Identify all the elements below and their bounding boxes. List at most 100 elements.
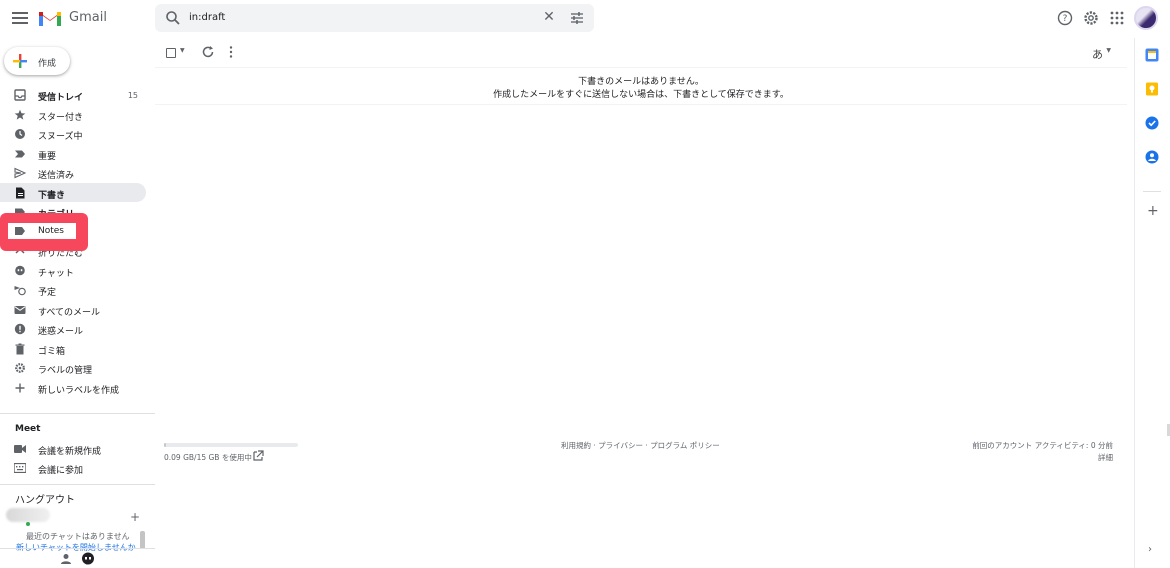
- unread-count: 15: [127, 91, 138, 100]
- storage-usage-text: 0.09 GB/15 GB を使用中: [164, 453, 252, 462]
- svg-text:?: ?: [1063, 14, 1068, 24]
- hangouts-heading: ハングアウト: [15, 495, 75, 506]
- sidebar-item-label: すべてのメール: [38, 307, 101, 318]
- main-menu-icon[interactable]: [12, 10, 28, 26]
- sidebar-item-starred[interactable]: スター付き: [0, 105, 146, 125]
- gmail-app: Gmail in:draft ✕ ? 作成 受信トレイ 15 スター付き スヌー…: [0, 0, 1170, 568]
- settings-gear-icon[interactable]: [1082, 9, 1100, 27]
- gear-icon: [14, 362, 26, 374]
- new-meeting-label: 会議を新規作成: [38, 447, 102, 457]
- search-options-icon[interactable]: [569, 10, 585, 26]
- sidebar-item-label: ゴミ箱: [38, 346, 66, 357]
- online-status-dot: [26, 522, 30, 526]
- new-chat-plus-icon[interactable]: +: [130, 510, 140, 524]
- meet-heading: Meet: [15, 424, 41, 434]
- app-name: Gmail: [69, 10, 107, 25]
- label-icon: [15, 227, 25, 235]
- sidebar-scrollbar[interactable]: [140, 531, 145, 549]
- sidebar-item-drafts[interactable]: 下書き: [0, 182, 146, 202]
- tasks-icon[interactable]: [1145, 116, 1159, 130]
- sidebar-item-sent[interactable]: 送信済み: [0, 163, 146, 183]
- compose-button[interactable]: 作成: [4, 47, 70, 75]
- sidebar-item-label: 下書き: [38, 190, 66, 201]
- sidebar-item-label: 迷惑メール: [38, 327, 84, 337]
- add-addon-plus-icon[interactable]: +: [1147, 203, 1159, 219]
- sidebar-item-label: 受信トレイ: [38, 93, 84, 103]
- draft-icon: [14, 187, 26, 199]
- sidebar-item-scheduled[interactable]: 予定: [0, 280, 146, 300]
- sidebar-item-label: 重要: [38, 151, 57, 162]
- search-bar[interactable]: in:draft ✕: [155, 4, 594, 32]
- side-panel-divider: [1143, 191, 1161, 192]
- inbox-icon: [14, 89, 26, 101]
- input-tools-dropdown-icon[interactable]: ▼: [1106, 47, 1111, 54]
- input-tools-button[interactable]: あ: [1092, 46, 1103, 62]
- sidebar-item-snoozed[interactable]: スヌーズ中: [0, 124, 146, 144]
- search-icon[interactable]: [165, 10, 181, 26]
- select-all-checkbox[interactable]: [166, 48, 176, 58]
- message-toolbar: ▼ あ ▼: [155, 38, 1127, 68]
- sidebar-item-chat[interactable]: チャット: [0, 261, 146, 281]
- gmail-logo-icon[interactable]: [38, 8, 62, 28]
- send-icon: [14, 167, 27, 179]
- sidebar-item-trash[interactable]: ゴミ箱: [0, 339, 146, 359]
- video-camera-icon: [14, 445, 26, 453]
- apps-grid-icon[interactable]: [1108, 9, 1126, 27]
- sidebar-item-notes-highlighted[interactable]: Notes: [8, 223, 76, 239]
- sidebar-item-new-label[interactable]: 新しいラベルを作成: [0, 378, 146, 398]
- hide-panel-chevron-icon[interactable]: ›: [1148, 544, 1152, 555]
- footer-policy-links[interactable]: 利用規約 · プライバシー · プログラム ポリシー: [561, 440, 720, 451]
- activity-details-link[interactable]: 詳細: [1098, 452, 1113, 463]
- mail-icon: [14, 304, 26, 316]
- sidebar-item-important[interactable]: 重要: [0, 144, 146, 164]
- join-meeting-item[interactable]: 会議に参加: [0, 459, 146, 477]
- clock-icon: [14, 128, 26, 140]
- contacts-icon[interactable]: [1145, 150, 1159, 164]
- storage-fill: [164, 443, 166, 447]
- plus-icon: [14, 382, 26, 394]
- spam-icon: [14, 323, 26, 335]
- star-icon: [14, 109, 26, 121]
- sidebar-item-label: ラベルの管理: [38, 366, 93, 376]
- more-vert-icon[interactable]: [227, 45, 235, 59]
- sidebar-item-label: 送信済み: [38, 171, 75, 181]
- sidebar-item-label: 予定: [38, 288, 57, 298]
- new-meeting-item[interactable]: 会議を新規作成: [0, 440, 146, 458]
- scheduled-icon: [14, 284, 26, 296]
- sidebar-item-all-mail[interactable]: すべてのメール: [0, 300, 146, 320]
- refresh-icon[interactable]: [201, 45, 215, 59]
- clear-search-icon[interactable]: ✕: [541, 9, 557, 25]
- search-input[interactable]: in:draft: [189, 12, 225, 23]
- person-icon[interactable]: [60, 553, 72, 565]
- keep-icon[interactable]: [1145, 82, 1159, 96]
- select-dropdown-icon[interactable]: ▼: [180, 47, 185, 54]
- sidebar-item-manage-labels[interactable]: ラベルの管理: [0, 358, 146, 378]
- compose-plus-icon: [13, 54, 27, 68]
- sidebar-item-label: 新しいラベルを作成: [38, 385, 120, 396]
- sidebar-divider: [0, 413, 155, 414]
- chat-icon: [14, 265, 26, 277]
- account-avatar[interactable]: [1134, 6, 1158, 30]
- side-panel: + ›: [1134, 38, 1170, 568]
- highlight-annotation: Notes: [0, 213, 88, 251]
- trash-icon: [14, 343, 26, 355]
- sidebar-bottom-bar: [0, 548, 155, 568]
- important-icon: [14, 148, 26, 160]
- open-in-new-icon[interactable]: [252, 450, 264, 462]
- storage-bar: [164, 443, 298, 447]
- sidebar-item-label: チャット: [38, 268, 74, 279]
- compose-label: 作成: [38, 59, 57, 69]
- hangouts-chat-icon[interactable]: [80, 551, 96, 567]
- join-meeting-label: 会議に参加: [38, 466, 84, 476]
- sidebar-item-spam[interactable]: 迷惑メール: [0, 319, 146, 339]
- sidebar-item-label: スター付き: [38, 112, 84, 123]
- list-divider: [155, 104, 1127, 105]
- calendar-icon[interactable]: [1145, 48, 1159, 62]
- no-recent-chats-text: 最近のチャットはありません: [26, 532, 130, 541]
- sidebar-item-inbox[interactable]: 受信トレイ 15: [0, 85, 146, 105]
- top-bar: Gmail in:draft ✕ ?: [0, 0, 1170, 38]
- help-icon[interactable]: ?: [1056, 9, 1074, 27]
- hangouts-user-blurred[interactable]: [6, 508, 50, 522]
- last-activity-text: 前回のアカウント アクティビティ: 0 分前: [972, 441, 1113, 450]
- keyboard-icon: [14, 463, 26, 473]
